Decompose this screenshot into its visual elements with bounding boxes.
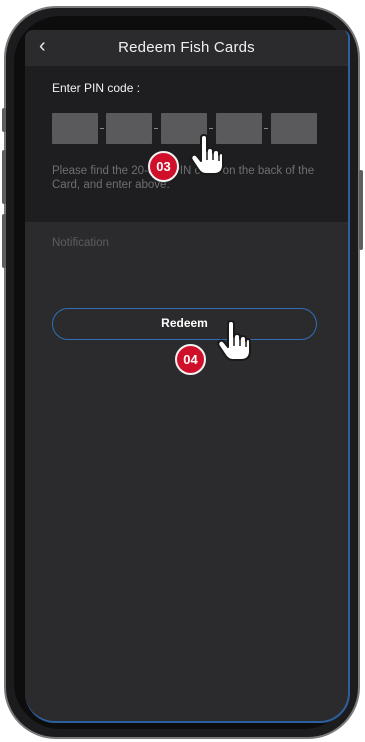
pin-separator: [154, 128, 158, 129]
pin-separator: [209, 128, 213, 129]
page-title: Redeem Fish Cards: [118, 39, 255, 56]
app-screen: ‹ Redeem Fish Cards Enter PIN code : Ple…: [25, 30, 350, 723]
redeem-button[interactable]: Redeem: [52, 308, 317, 340]
step-badge-03: 03: [148, 151, 179, 182]
top-bar: ‹ Redeem Fish Cards: [25, 30, 348, 66]
side-button-right: [359, 170, 363, 250]
pin-input-row: [52, 113, 322, 145]
hand-pointer-icon: [217, 320, 251, 361]
step-badge-04: 04: [175, 344, 206, 375]
pin-separator: [100, 128, 104, 129]
pin-separator: [264, 128, 268, 129]
pin-hint: Please find the 20-digit PIN code on the…: [52, 165, 315, 191]
pin-box-2[interactable]: [106, 113, 152, 144]
pin-box-5[interactable]: [271, 113, 317, 144]
pin-label: Enter PIN code :: [52, 81, 141, 95]
pin-panel: Enter PIN code : Please find the 20-digi…: [25, 66, 348, 222]
hand-pointer-icon: [190, 134, 224, 175]
notification-label: Notification: [52, 237, 109, 249]
side-button-left-top: [2, 108, 6, 132]
side-button-left-mid: [2, 150, 6, 204]
pin-box-1[interactable]: [52, 113, 98, 144]
side-button-left-bottom: [2, 214, 6, 268]
